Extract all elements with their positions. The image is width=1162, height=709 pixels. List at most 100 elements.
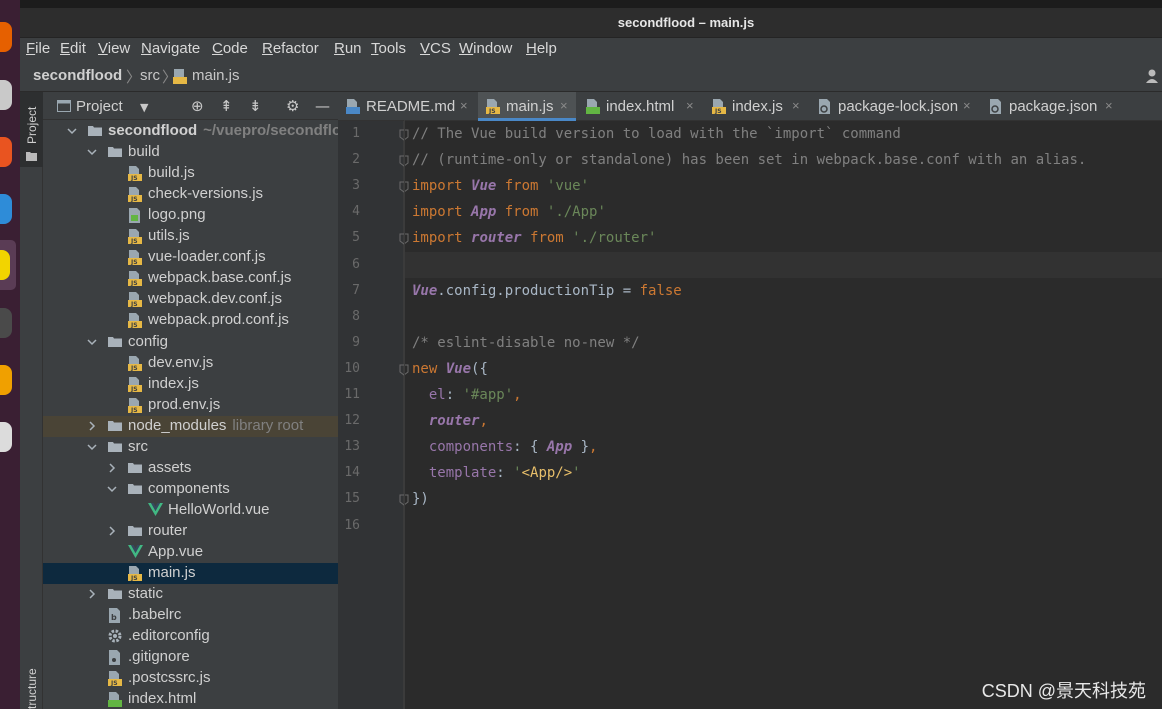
files-icon[interactable] <box>0 80 12 110</box>
tree-item[interactable]: .editorconfig <box>43 626 338 647</box>
breadcrumb-file[interactable]: main.js <box>192 67 240 84</box>
tree-item[interactable]: JS .postcssrc.js <box>43 668 338 689</box>
minimize-icon[interactable]: — <box>315 97 330 115</box>
code-line[interactable]: // (runtime-only or standalone) has been… <box>412 152 1086 168</box>
close-icon[interactable]: × <box>1105 98 1113 113</box>
menu-run[interactable]: Run <box>334 40 362 57</box>
code-line[interactable]: router, <box>412 413 488 429</box>
chevron-down-icon[interactable] <box>86 441 98 453</box>
collapse-all-icon[interactable]: ⇟ <box>249 97 262 115</box>
code-line[interactable]: template: '<App/>' <box>412 465 581 481</box>
editor-tab[interactable]: package.json × <box>981 92 1121 121</box>
chromium-icon[interactable] <box>0 194 12 224</box>
menu-tools[interactable]: Tools <box>371 40 406 57</box>
breadcrumb-folder[interactable]: src <box>140 67 160 84</box>
chevron-down-icon[interactable] <box>106 483 118 495</box>
menu-window[interactable]: Window <box>459 40 512 57</box>
tree-item-label: secondflood~/vuepro/secondflood <box>108 122 338 139</box>
tree-item[interactable]: secondflood~/vuepro/secondflood <box>43 121 338 142</box>
project-view-selector[interactable]: Project <box>76 98 123 115</box>
code-line[interactable]: /* eslint-disable no-new */ <box>412 335 640 351</box>
help-icon[interactable] <box>0 422 12 452</box>
chevron-down-icon[interactable] <box>86 336 98 348</box>
chevron-down-icon[interactable] <box>86 146 98 158</box>
close-icon[interactable]: × <box>963 98 971 113</box>
tree-item[interactable]: build <box>43 142 338 163</box>
user-icon[interactable] <box>1146 69 1158 83</box>
close-icon[interactable]: × <box>460 98 468 113</box>
tree-item[interactable]: App.vue <box>43 542 338 563</box>
chevron-right-icon[interactable] <box>106 462 118 474</box>
software-center-icon[interactable] <box>0 137 12 167</box>
project-tool-tab[interactable]: Project <box>20 92 43 167</box>
tree-item[interactable]: index.html <box>43 689 338 709</box>
code-line[interactable]: import router from './router' <box>412 230 656 246</box>
editor-tab[interactable]: index.html × <box>578 92 702 121</box>
tree-item[interactable]: src <box>43 437 338 458</box>
line-number: 5 <box>352 230 360 246</box>
tree-item[interactable]: JS prod.env.js <box>43 395 338 416</box>
tree-item[interactable]: static <box>43 584 338 605</box>
tree-item[interactable]: router <box>43 521 338 542</box>
tree-item[interactable]: JS check-versions.js <box>43 184 338 205</box>
tree-item[interactable]: JS dev.env.js <box>43 353 338 374</box>
app-icon[interactable] <box>0 365 12 395</box>
tree-item[interactable]: logo.png <box>43 205 338 226</box>
tree-item[interactable]: JS main.js <box>43 563 338 585</box>
menu-edit[interactable]: Edit <box>60 40 86 57</box>
editor-tab[interactable]: README.md × <box>338 92 476 121</box>
svg-text:JS: JS <box>130 280 138 286</box>
gear-icon[interactable]: ⚙ <box>286 97 299 115</box>
tree-item[interactable]: JS webpack.base.conf.js <box>43 268 338 289</box>
md-file-icon <box>346 99 360 114</box>
editor-tab[interactable]: JS index.js × <box>704 92 808 121</box>
expand-all-icon[interactable]: ⇞ <box>220 97 233 115</box>
code-line[interactable]: new Vue({ <box>412 361 488 377</box>
tree-item[interactable]: JS utils.js <box>43 226 338 247</box>
terminal-icon[interactable] <box>0 308 12 338</box>
code-line[interactable]: Vue.config.productionTip = false <box>412 283 682 299</box>
tree-item[interactable]: JS webpack.dev.conf.js <box>43 289 338 310</box>
chevron-down-icon[interactable] <box>66 125 78 137</box>
menu-file[interactable]: File <box>26 40 50 57</box>
tree-item[interactable]: JS index.js <box>43 374 338 395</box>
menu-help[interactable]: Help <box>526 40 557 57</box>
code-line[interactable]: // The Vue build version to load with th… <box>412 126 901 142</box>
structure-tool-label[interactable]: Structure <box>25 668 39 709</box>
close-icon[interactable]: × <box>686 98 694 113</box>
tree-item[interactable]: components <box>43 479 338 500</box>
tree-item[interactable]: b .babelrc <box>43 605 338 626</box>
chevron-right-icon[interactable] <box>86 420 98 432</box>
tree-item[interactable]: node_modules library root <box>43 415 338 437</box>
breadcrumb-project[interactable]: secondflood <box>33 67 122 84</box>
tree-item[interactable]: assets <box>43 458 338 479</box>
vue-file-icon <box>148 502 163 518</box>
tree-item[interactable]: config <box>43 332 338 353</box>
tree-item[interactable]: JS build.js <box>43 163 338 184</box>
firefox-icon[interactable] <box>0 22 12 52</box>
code-line[interactable]: }) <box>412 491 429 507</box>
tree-item[interactable]: .gitignore <box>43 647 338 668</box>
chevron-down-icon[interactable]: ▼ <box>140 99 148 117</box>
tree-item[interactable]: HelloWorld.vue <box>43 500 338 521</box>
editor-tab[interactable]: package-lock.json × <box>810 92 979 121</box>
tree-item[interactable]: JS webpack.prod.conf.js <box>43 310 338 331</box>
code-line[interactable]: el: '#app', <box>412 387 522 403</box>
tree-item[interactable]: JS vue-loader.conf.js <box>43 247 338 268</box>
chevron-right-icon[interactable] <box>86 588 98 600</box>
code-line[interactable]: import Vue from 'vue' <box>412 178 589 194</box>
code-line[interactable]: components: { App }, <box>412 439 598 455</box>
menu-navigate[interactable]: Navigate <box>141 40 200 57</box>
editor-tab[interactable]: JS main.js × <box>478 92 576 121</box>
menu-vcs[interactable]: VCS <box>420 40 451 57</box>
code-line[interactable]: import App from './App' <box>412 204 606 220</box>
menu-refactor[interactable]: Refactor <box>262 40 319 57</box>
pycharm-icon[interactable] <box>0 250 10 280</box>
svg-text:JS: JS <box>130 196 138 202</box>
locate-icon[interactable]: ⊕ <box>191 97 204 115</box>
menu-view[interactable]: View <box>98 40 130 57</box>
menu-code[interactable]: Code <box>212 40 248 57</box>
chevron-right-icon[interactable] <box>106 525 118 537</box>
close-icon[interactable]: × <box>560 98 568 113</box>
close-icon[interactable]: × <box>792 98 800 113</box>
